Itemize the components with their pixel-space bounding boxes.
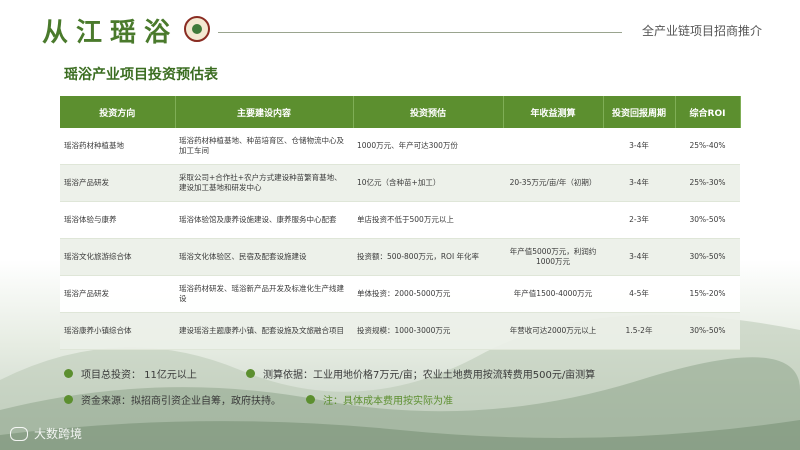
table-cell: 瑶浴文化体验区、民宿及配套设施建设 (175, 238, 353, 276)
table-cell: 瑶浴药材种植基地 (60, 128, 175, 165)
note-text: 资金来源：拟招商引资企业自筹，政府扶持。 (81, 396, 281, 407)
column-header: 综合ROI (675, 96, 741, 128)
table-cell: 25%-40% (675, 128, 740, 165)
emblem-logo-icon (184, 16, 210, 42)
table-cell: 投资规模：1000-3000万元 (353, 312, 503, 350)
page-title: 瑶浴产业项目投资预估表 (64, 67, 218, 83)
bullet-icon (64, 369, 73, 378)
table-cell: 瑶浴体验馆及康养设施建设、康养服务中心配套 (175, 201, 353, 239)
column-header: 投资方向 (60, 96, 176, 128)
column-header: 投资回报周期 (603, 96, 676, 128)
note-basis: 测算依据：工业用地价格7万元/亩；农业土地费用按流转费用500元/亩测算 (246, 366, 595, 381)
table-row: 瑶浴产品研发 瑶浴药材研发、瑶浴新产品开发及标准化生产线建设 单体投资：2000… (60, 275, 740, 313)
column-header: 年收益测算 (503, 96, 604, 128)
table-cell: 瑶浴药材研发、瑶浴新产品开发及标准化生产线建设 (175, 275, 353, 313)
table-cell: 1.5-2年 (603, 312, 675, 350)
watermark-text: 大数跨境 (34, 427, 83, 441)
table-row: 瑶浴药材种植基地 瑶浴药材种植基地、种苗培育区、仓储物流中心及加工车间 1000… (60, 128, 740, 165)
table-cell (503, 128, 603, 165)
watermark: 大数跨境 (10, 425, 82, 442)
table-row: 瑶浴产品研发 采取公司+合作社+农户方式建设种苗繁育基地、建设加工基地和研发中心… (60, 164, 740, 202)
table-cell: 瑶浴康养小镇综合体 (60, 312, 175, 350)
table-cell: 2-3年 (603, 201, 675, 239)
table-cell: 投资额：500-800万元，ROI 年化率 (353, 238, 503, 276)
table-cell: 3-4年 (603, 128, 675, 165)
table-cell (503, 201, 603, 239)
note-text: 项目总投资： 11亿元以上 (81, 370, 197, 381)
header-divider (218, 32, 622, 33)
table-cell: 30%-50% (675, 312, 740, 350)
table-cell: 瑶浴文化旅游综合体 (60, 238, 175, 276)
table-cell: 3-4年 (603, 164, 675, 202)
table-cell: 年营收可达2000万元以上 (503, 312, 603, 350)
table-cell: 瑶浴体验与康养 (60, 201, 175, 239)
table-cell: 30%-50% (675, 238, 740, 276)
table-cell: 年产值5000万元，利润约1000万元 (503, 238, 603, 276)
table-cell: 采取公司+合作社+农户方式建设种苗繁育基地、建设加工基地和研发中心 (175, 164, 353, 202)
table-cell: 瑶浴产品研发 (60, 275, 175, 313)
table-cell: 瑶浴产品研发 (60, 164, 175, 202)
brand-logo-text: 从江瑶浴 (42, 18, 179, 48)
table-cell: 瑶浴药材种植基地、种苗培育区、仓储物流中心及加工车间 (175, 128, 353, 165)
column-header: 主要建设内容 (175, 96, 354, 128)
table-cell: 单店投资不低于500万元以上 (353, 201, 503, 239)
note-text: 测算依据：工业用地价格7万元/亩；农业土地费用按流转费用500元/亩测算 (263, 370, 596, 381)
table-cell: 单体投资：2000-5000万元 (353, 275, 503, 313)
table-cell: 建设瑶浴主题康养小镇、配套设施及文旅融合项目 (175, 312, 353, 350)
table-cell: 3-4年 (603, 238, 675, 276)
table-cell: 年产值1500-4000万元 (503, 275, 603, 313)
note-source: 资金来源：拟招商引资企业自筹，政府扶持。 (64, 392, 281, 407)
table-cell: 15%-20% (675, 275, 740, 313)
watermark-logo-icon (10, 426, 28, 441)
note-footnote: 注：具体成本费用按实际为准 (306, 392, 453, 407)
table-row: 瑶浴文化旅游综合体 瑶浴文化体验区、民宿及配套设施建设 投资额：500-800万… (60, 238, 740, 276)
table-row: 瑶浴体验与康养 瑶浴体验馆及康养设施建设、康养服务中心配套 单店投资不低于500… (60, 201, 740, 239)
bullet-icon (64, 395, 73, 404)
table-cell: 10亿元（含种苗+加工） (353, 164, 503, 202)
table-row: 瑶浴康养小镇综合体 建设瑶浴主题康养小镇、配套设施及文旅融合项目 投资规模：10… (60, 312, 740, 350)
header-subtitle: 全产业链项目招商推介 (641, 24, 762, 38)
note-total-investment: 项目总投资： 11亿元以上 (64, 366, 197, 381)
table-cell: 30%-50% (675, 201, 740, 239)
investment-table: 投资方向 主要建设内容 投资预估 年收益测算 投资回报周期 综合ROI 瑶浴药材… (60, 96, 741, 350)
note-text: 注：具体成本费用按实际为准 (323, 396, 453, 407)
bullet-icon (306, 395, 315, 404)
table-cell: 4-5年 (603, 275, 675, 313)
column-header: 投资预估 (353, 96, 504, 128)
table-cell: 1000万元、年产可达300万份 (353, 128, 503, 165)
bullet-icon (246, 369, 255, 378)
table-header-row: 投资方向 主要建设内容 投资预估 年收益测算 投资回报周期 综合ROI (60, 96, 741, 128)
table-cell: 25%-30% (675, 164, 740, 202)
table-cell: 20-35万元/亩/年（初期） (503, 164, 603, 202)
